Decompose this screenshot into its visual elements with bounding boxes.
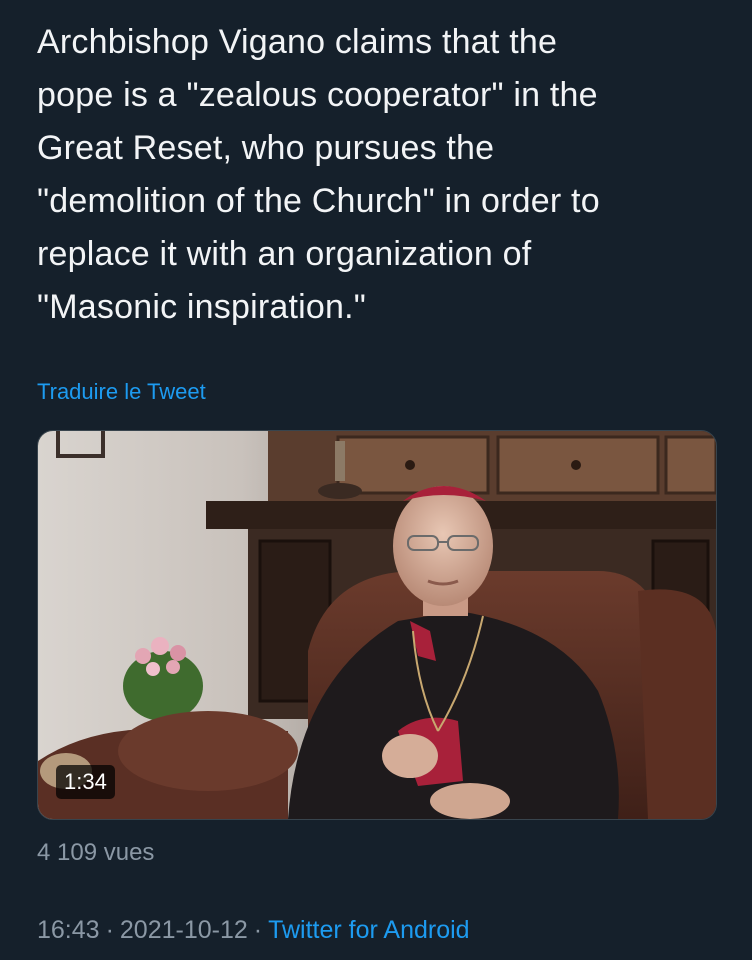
video-thumbnail xyxy=(38,431,716,819)
tweet-text-line: Archbishop Vigano claims that the xyxy=(37,23,558,61)
view-count: 4 109 vues xyxy=(37,839,155,866)
tweet-text-line: replace it with an organization of xyxy=(37,235,532,273)
tweet-text: Archbishop Vigano claims that the pope i… xyxy=(37,16,727,334)
tweet-time[interactable]: 16:43 xyxy=(37,916,100,944)
tweet-text-line: Great Reset, who pursues the xyxy=(37,129,495,167)
meta-separator: · xyxy=(105,916,114,944)
tweet-meta: 16:43 · 2021-10-12 · Twitter for Android xyxy=(37,916,470,945)
tweet-text-line: "demolition of the Church" in order to xyxy=(37,182,600,220)
tweet-date[interactable]: 2021-10-12 xyxy=(120,916,248,944)
tweet-text-line: "Masonic inspiration." xyxy=(37,288,367,326)
tweet-text-line: pope is a "zealous cooperator" in the xyxy=(37,76,598,114)
video-duration-badge: 1:34 xyxy=(56,765,115,799)
meta-separator: · xyxy=(253,916,263,944)
translate-tweet-link[interactable]: Traduire le Tweet xyxy=(37,379,206,405)
video-player[interactable] xyxy=(37,430,717,820)
tweet-source-link[interactable]: Twitter for Android xyxy=(268,916,469,944)
